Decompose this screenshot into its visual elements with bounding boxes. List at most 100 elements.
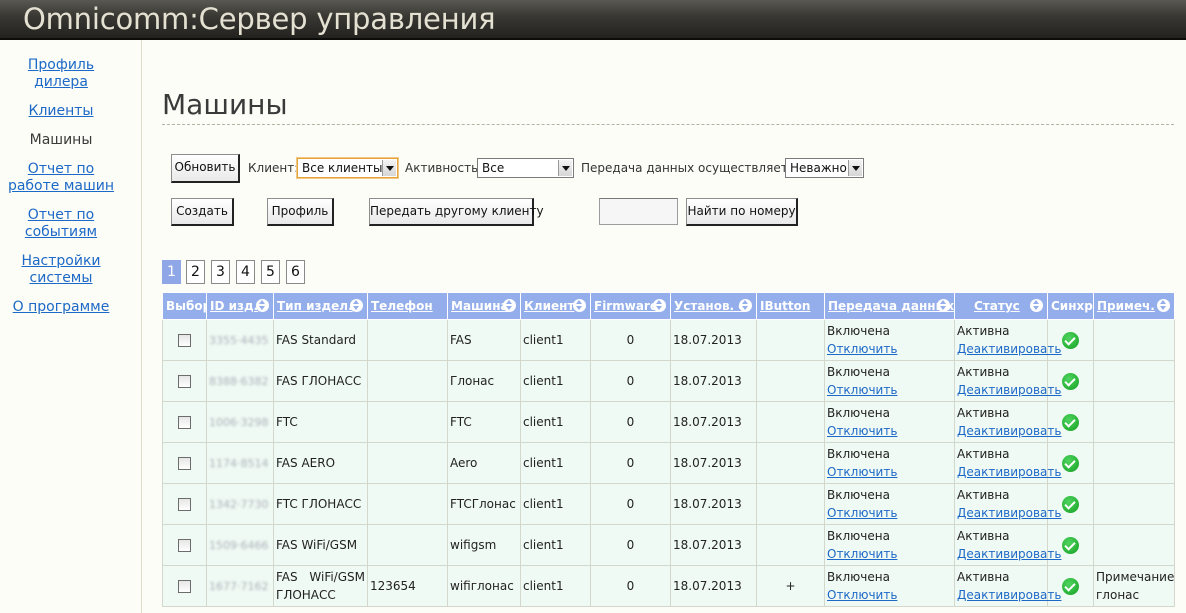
- status-cell: Активна Деактивировать: [954, 442, 1061, 484]
- disable-transfer-link[interactable]: Отключить: [827, 504, 952, 522]
- column-header-id[interactable]: ID изд.: [206, 292, 274, 320]
- column-header-ibutton[interactable]: IButton: [756, 292, 825, 320]
- sidebar-item-system-settings[interactable]: Настройки системы: [0, 253, 122, 287]
- pager-page-3[interactable]: 3: [211, 260, 230, 284]
- device-type-cell: FAS WiFi/GSM ГЛОНАСС: [273, 565, 368, 607]
- sort-icon[interactable]: [350, 299, 363, 312]
- row-checkbox[interactable]: [178, 456, 191, 470]
- machine-cell: wifiглонас: [447, 565, 521, 607]
- status-state: Активна: [957, 570, 1010, 584]
- row-checkbox[interactable]: [178, 415, 191, 429]
- deactivate-link[interactable]: Деактивировать: [957, 381, 1061, 399]
- column-header-installed[interactable]: Установ. с: [670, 292, 757, 320]
- transfer-state: Включена: [827, 529, 890, 543]
- sidebar-item-about[interactable]: О программе: [0, 299, 122, 316]
- deactivate-link[interactable]: Деактивировать: [957, 504, 1061, 522]
- table-row: 1006·3298 FTC FTC client1 0 18.07.2013 Включен…: [162, 401, 1175, 443]
- column-header-phone[interactable]: Телефон: [367, 292, 448, 320]
- transfer-to-client-button[interactable]: Передать другому клиенту: [369, 198, 544, 226]
- note-cell: Примечание глонас: [1093, 565, 1175, 607]
- activity-filter-label: Активность:: [405, 161, 483, 175]
- disable-transfer-link[interactable]: Отключить: [827, 545, 952, 563]
- disable-transfer-link[interactable]: Отключить: [827, 381, 952, 399]
- row-select-cell: [162, 524, 207, 566]
- sort-icon[interactable]: [256, 299, 269, 312]
- transfer-cell: Включена Отключить: [824, 565, 955, 607]
- row-checkbox[interactable]: [178, 538, 191, 552]
- ibutton-cell: [756, 524, 825, 566]
- transfer-cell: Включена Отключить: [824, 524, 955, 566]
- client-select[interactable]: Все клиенты: [297, 158, 398, 178]
- client-cell: client1: [520, 565, 591, 607]
- transfer-select[interactable]: Неважно: [785, 158, 864, 178]
- sort-icon[interactable]: [937, 299, 950, 312]
- deactivate-link[interactable]: Деактивировать: [957, 422, 1061, 440]
- pager-page-6[interactable]: 6: [286, 260, 305, 284]
- transfer-state: Включена: [827, 488, 890, 502]
- phone-cell: [367, 319, 448, 361]
- column-header-note[interactable]: Примеч.: [1093, 292, 1175, 320]
- phone-cell: [367, 360, 448, 402]
- client-cell: client1: [520, 524, 591, 566]
- create-button[interactable]: Создать: [171, 198, 234, 226]
- sidebar-item-event-report[interactable]: Отчет по событиям: [0, 207, 122, 241]
- device-id-cell: 1342·7730: [206, 483, 274, 525]
- firmware-cell: 0: [590, 483, 671, 525]
- activity-select[interactable]: Все: [477, 158, 574, 178]
- pager-page-1[interactable]: 1: [162, 260, 181, 284]
- deactivate-link[interactable]: Деактивировать: [957, 463, 1061, 481]
- disable-transfer-link[interactable]: Отключить: [827, 340, 952, 358]
- installed-cell: 18.07.2013: [670, 401, 757, 443]
- installed-cell: 18.07.2013: [670, 442, 757, 484]
- transfer-state: Включена: [827, 324, 890, 338]
- disable-transfer-link[interactable]: Отключить: [827, 422, 952, 440]
- device-type-cell: FAS Standard: [273, 319, 368, 361]
- row-checkbox[interactable]: [178, 579, 191, 593]
- refresh-button[interactable]: Обновить: [171, 154, 240, 183]
- sort-icon[interactable]: [573, 299, 586, 312]
- sort-icon[interactable]: [739, 299, 752, 312]
- deactivate-link[interactable]: Деактивировать: [957, 586, 1061, 604]
- column-header-firmware[interactable]: Firmware: [590, 292, 671, 320]
- sort-icon[interactable]: [1157, 299, 1170, 312]
- row-select-cell: [162, 401, 207, 443]
- deactivate-link[interactable]: Деактивировать: [957, 545, 1061, 563]
- disable-transfer-link[interactable]: Отключить: [827, 463, 952, 481]
- profile-button[interactable]: Профиль: [267, 198, 334, 226]
- row-checkbox[interactable]: [178, 497, 191, 511]
- pager-page-5[interactable]: 5: [261, 260, 280, 284]
- sidebar-item-machine-report[interactable]: Отчет по работе машин: [0, 161, 122, 195]
- row-checkbox[interactable]: [178, 374, 191, 388]
- table-header-row: Выбор ID изд. Тип издел. Телефон Машина …: [162, 292, 1175, 320]
- column-header-client[interactable]: Клиент: [520, 292, 591, 320]
- deactivate-link[interactable]: Деактивировать: [957, 340, 1061, 358]
- firmware-cell: 0: [590, 524, 671, 566]
- check-circle-icon: [1062, 577, 1079, 595]
- row-checkbox[interactable]: [178, 333, 191, 347]
- column-header-select: Выбор: [162, 292, 211, 320]
- installed-cell: 18.07.2013: [670, 360, 757, 402]
- sort-icon[interactable]: [653, 299, 666, 312]
- disable-transfer-link[interactable]: Отключить: [827, 586, 952, 604]
- firmware-cell: 0: [590, 319, 671, 361]
- row-select-cell: [162, 360, 207, 402]
- sidebar-item-dealer-profile[interactable]: Профиль дилера: [0, 57, 122, 91]
- sort-icon[interactable]: [503, 299, 516, 312]
- device-id-cell: 8388·6382: [206, 360, 274, 402]
- find-by-number-button[interactable]: Найти по номеру: [686, 198, 798, 226]
- column-header-machine[interactable]: Машина: [447, 292, 521, 320]
- device-id-cell: 1174·8514: [206, 442, 274, 484]
- status-state: Активна: [957, 365, 1010, 379]
- column-header-transfer[interactable]: Передача данных: [824, 292, 955, 320]
- search-number-input[interactable]: [599, 198, 678, 225]
- column-header-status[interactable]: Статус: [954, 292, 1048, 320]
- pager-page-4[interactable]: 4: [236, 260, 255, 284]
- status-state: Активна: [957, 488, 1010, 502]
- column-header-type[interactable]: Тип издел.: [273, 292, 368, 320]
- sort-icon[interactable]: [1030, 299, 1043, 312]
- pager-page-2[interactable]: 2: [186, 260, 205, 284]
- machines-table: Выбор ID изд. Тип издел. Телефон Машина …: [162, 292, 1175, 607]
- sidebar-item-clients[interactable]: Клиенты: [0, 103, 122, 120]
- device-id: 1006·3298: [209, 415, 269, 429]
- status-cell: Активна Деактивировать: [954, 319, 1061, 361]
